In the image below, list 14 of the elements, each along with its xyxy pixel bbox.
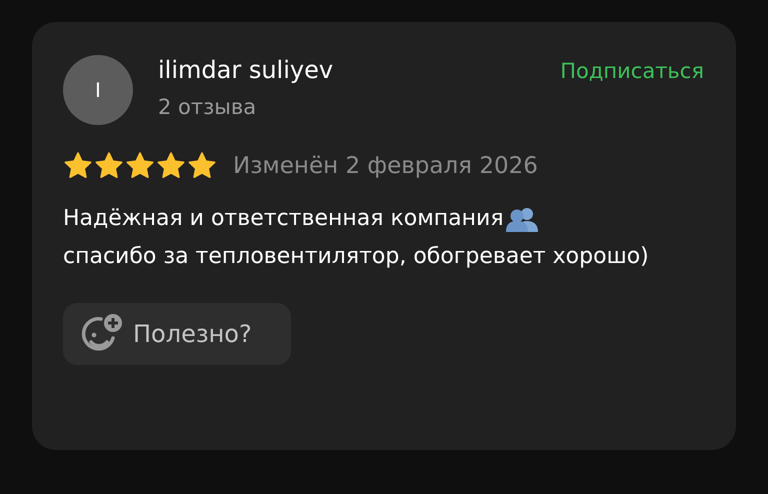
star-icon — [125, 152, 155, 180]
people-icon — [504, 206, 539, 232]
author-name: ilimdar suliyev — [158, 55, 334, 86]
review-count: 2 отзыва — [158, 94, 258, 121]
helpful-button[interactable]: Полезно? — [63, 302, 291, 364]
star-icon — [187, 152, 217, 180]
subscribe-link[interactable]: Подписаться — [560, 54, 704, 88]
review-text: спасибо за тепловентилятор, обогревает хорошо) — [63, 242, 650, 270]
star-icon — [94, 152, 124, 180]
star-icon — [156, 152, 186, 180]
review-text: Надёжная и ответственная компания — [63, 204, 504, 232]
star-icon — [63, 152, 93, 180]
avatar: I — [63, 55, 133, 125]
edited-date: Изменён 2 февраля 2026 — [233, 152, 538, 181]
